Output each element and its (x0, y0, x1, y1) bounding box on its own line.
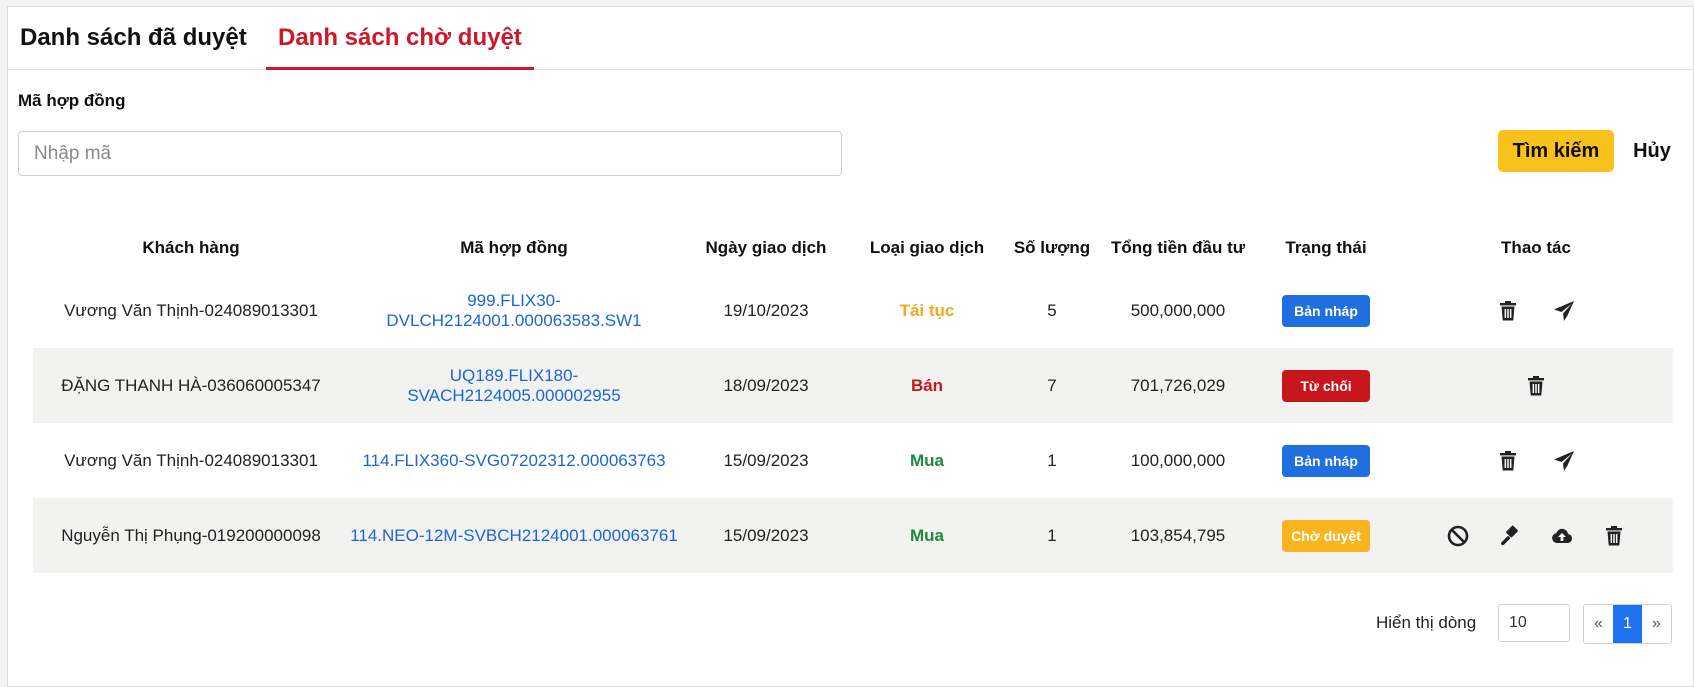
transaction-date-cell: 18/09/2023 (679, 348, 853, 423)
table-header-row: Khách hàng Mã hợp đồng Ngày giao dịch Lo… (33, 223, 1673, 273)
transaction-type-label: Mua (910, 450, 944, 470)
header-status: Trạng thái (1285, 238, 1367, 257)
trash-icon[interactable] (1523, 373, 1549, 399)
contract-code-label: Mã hợp đồng (18, 91, 126, 110)
quantity-cell: 5 (1047, 300, 1057, 320)
header-transaction-type: Loại giao dịch (869, 238, 985, 257)
total-investment-cell: 103,854,795 (1103, 498, 1253, 573)
status-badge: Bản nháp (1282, 444, 1370, 477)
rows-per-page-input[interactable] (1498, 604, 1570, 642)
quantity-cell: 1 (1047, 450, 1057, 470)
tab-pending-list[interactable]: Danh sách chờ duyệt (266, 7, 534, 70)
table-row: Vương Văn Thịnh-024089013301 114.FLIX360… (33, 423, 1673, 498)
quantity-cell: 7 (1001, 348, 1103, 423)
row-actions (1399, 448, 1673, 474)
contract-code-link[interactable]: 114.FLIX360-SVG07202312.000063763 (362, 451, 665, 470)
cloud-upload-icon[interactable] (1549, 523, 1575, 549)
pagination: « 1 » (1583, 604, 1672, 644)
row-actions (1399, 523, 1673, 549)
trash-icon[interactable] (1495, 298, 1521, 324)
quantity-cell: 1 (1001, 498, 1103, 573)
table-row: Nguyễn Thị Phụng-019200000098 114.NEO-12… (33, 498, 1673, 573)
status-badge: Chờ duyệt (1282, 519, 1370, 552)
contract-code-link[interactable]: UQ189.FLIX180-SVACH2124005.000002955 (407, 366, 620, 405)
transaction-type-label: Mua (910, 525, 944, 545)
table-row: Vương Văn Thịnh-024089013301 999.FLIX30-… (33, 273, 1673, 348)
tab-approved-list[interactable]: Danh sách đã duyệt (8, 7, 259, 69)
previous-page-button[interactable]: « (1584, 605, 1613, 643)
contract-list-card: Danh sách đã duyệt Danh sách chờ duyệt M… (7, 6, 1694, 687)
next-page-button[interactable]: » (1642, 605, 1671, 643)
contract-code-input[interactable] (18, 131, 842, 176)
total-investment-cell: 500,000,000 (1130, 300, 1226, 320)
header-total-investment: Tổng tiền đầu tư (1110, 238, 1246, 257)
total-investment-cell: 100,000,000 (1130, 450, 1226, 470)
row-actions (1399, 373, 1673, 399)
row-actions (1399, 298, 1673, 324)
cancel-button[interactable]: Hủy (1622, 130, 1682, 172)
header-contract-code: Mã hợp đồng (460, 238, 568, 257)
rows-per-page-label: Hiển thị dòng (1376, 613, 1477, 632)
ban-icon[interactable] (1445, 523, 1471, 549)
transaction-type-label: Tái tục (899, 300, 955, 320)
paper-plane-icon[interactable] (1551, 448, 1577, 474)
total-investment-cell: 701,726,029 (1103, 348, 1253, 423)
contract-code-link[interactable]: 114.NEO-12M-SVBCH2124001.000063761 (350, 526, 678, 545)
table-row: ĐẶNG THANH HÀ-036060005347 UQ189.FLIX180… (33, 348, 1673, 423)
search-button[interactable]: Tìm kiếm (1498, 130, 1614, 172)
transaction-date-cell: 15/09/2023 (723, 450, 809, 470)
customer-cell: Vương Văn Thịnh-024089013301 (64, 300, 318, 320)
customer-cell: Nguyễn Thị Phụng-019200000098 (33, 498, 349, 573)
tab-bar: Danh sách đã duyệt Danh sách chờ duyệt (8, 7, 1693, 70)
page-1-button[interactable]: 1 (1613, 605, 1642, 643)
contract-code-link[interactable]: 999.FLIX30-DVLCH2124001.000063583.SW1 (386, 291, 641, 330)
status-badge: Từ chối (1282, 369, 1370, 402)
gavel-icon[interactable] (1497, 523, 1523, 549)
header-actions: Thao tác (1501, 238, 1571, 257)
trash-icon[interactable] (1495, 448, 1521, 474)
trash-icon[interactable] (1601, 523, 1627, 549)
status-badge: Bản nháp (1282, 294, 1370, 327)
transaction-type-label: Bán (910, 375, 944, 395)
customer-cell: Vương Văn Thịnh-024089013301 (64, 450, 318, 470)
header-quantity: Số lượng (1013, 238, 1091, 257)
customer-cell: ĐẶNG THANH HÀ-036060005347 (33, 348, 349, 423)
header-customer: Khách hàng (142, 238, 240, 257)
header-transaction-date: Ngày giao dịch (705, 238, 827, 257)
transaction-date-cell: 19/10/2023 (723, 300, 809, 320)
transaction-date-cell: 15/09/2023 (679, 498, 853, 573)
pending-contracts-table: Khách hàng Mã hợp đồng Ngày giao dịch Lo… (33, 223, 1673, 573)
paper-plane-icon[interactable] (1551, 298, 1577, 324)
